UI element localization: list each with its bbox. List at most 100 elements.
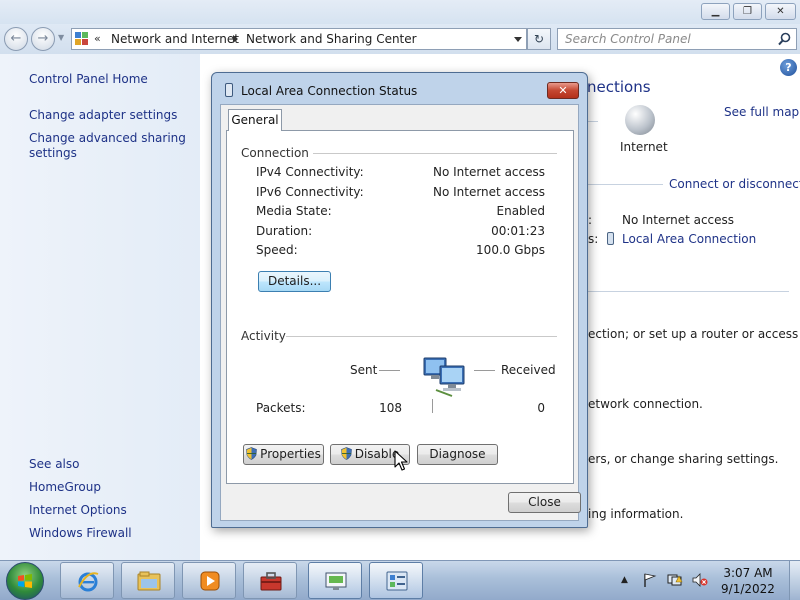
taskbar: ▲ 3:07 AM 9/1/2022 xyxy=(0,560,800,600)
control-panel-home-link[interactable]: Control Panel Home xyxy=(29,72,148,86)
homegroup-sharing-description: ers, or change sharing settings. xyxy=(588,452,779,466)
show-desktop-button[interactable] xyxy=(789,561,800,600)
toolbox-icon xyxy=(260,572,282,591)
main-heading: nections xyxy=(587,78,651,96)
sent-label: Sent xyxy=(350,363,378,377)
change-adapter-settings-link[interactable]: Change adapter settings xyxy=(29,108,177,122)
ipv4-connectivity-value: No Internet access xyxy=(432,165,545,179)
uac-shield-icon xyxy=(340,447,352,460)
received-line xyxy=(474,370,495,371)
speed-label: Speed: xyxy=(256,243,298,257)
access-type-label: : xyxy=(588,213,593,227)
troubleshoot-description: ing information. xyxy=(588,507,684,521)
internet-explorer-icon xyxy=(78,572,99,592)
windows-firewall-link[interactable]: Windows Firewall xyxy=(29,526,132,540)
media-player-icon xyxy=(200,571,220,591)
breadcrumb-overflow[interactable]: « xyxy=(94,32,101,45)
map-connector-line xyxy=(588,121,598,122)
taskbar-windows-explorer[interactable] xyxy=(121,562,175,599)
action-center-flag-icon[interactable] xyxy=(643,573,657,587)
taskbar-media-player[interactable] xyxy=(182,562,236,599)
packets-sent-value: 108 xyxy=(379,401,402,415)
see-full-map-link[interactable]: See full map xyxy=(724,105,799,119)
homegroup-link[interactable]: HomeGroup xyxy=(29,480,101,494)
duration-value: 00:01:23 xyxy=(491,224,545,238)
folder-icon xyxy=(137,571,161,591)
breadcrumb-separator-icon[interactable] xyxy=(233,35,238,43)
ethernet-icon xyxy=(607,232,614,245)
packets-label: Packets: xyxy=(256,401,306,415)
media-state-label: Media State: xyxy=(256,204,332,218)
connections-label: s: xyxy=(588,232,599,246)
close-window-button[interactable]: ✕ xyxy=(765,3,796,20)
mouse-cursor-icon xyxy=(394,450,408,471)
control-panel-icon xyxy=(75,32,90,46)
maximize-button[interactable]: ❐ xyxy=(733,3,762,20)
network-tray-icon[interactable] xyxy=(667,573,683,587)
dialog-title: Local Area Connection Status xyxy=(241,84,418,98)
taskbar-control-panel[interactable] xyxy=(369,562,423,599)
ipv6-connectivity-value: No Internet access xyxy=(432,185,545,199)
details-button[interactable]: Details... xyxy=(258,271,331,292)
left-navigation-pane: Control Panel Home Change adapter settin… xyxy=(0,54,200,560)
search-icon[interactable] xyxy=(778,32,791,46)
taskbar-control-panel-tools[interactable] xyxy=(243,562,297,599)
ipv4-connectivity-label: IPv4 Connectivity: xyxy=(256,165,364,179)
change-advanced-sharing-link-line2[interactable]: settings xyxy=(29,146,77,160)
network-connections-icon xyxy=(325,572,347,590)
show-hidden-icons-button[interactable]: ▲ xyxy=(621,575,628,589)
see-also-heading: See also xyxy=(29,457,80,471)
address-dropdown-icon[interactable] xyxy=(514,37,522,42)
sent-line xyxy=(379,370,400,371)
address-bar[interactable]: « Network and Internet Network and Shari… xyxy=(71,28,527,50)
taskbar-internet-explorer[interactable] xyxy=(60,562,114,599)
properties-button[interactable]: Properties xyxy=(243,444,324,465)
section-divider xyxy=(588,291,789,292)
clock-date: 9/1/2022 xyxy=(721,582,775,596)
group-divider xyxy=(313,153,557,154)
media-state-value: Enabled xyxy=(496,204,546,218)
duration-label: Duration: xyxy=(256,224,313,238)
properties-button-label: Properties xyxy=(260,447,321,461)
speed-value: 100.0 Gbps xyxy=(476,243,545,257)
breadcrumb-network-and-internet[interactable]: Network and Internet xyxy=(111,32,239,46)
general-tab-pane: Connection IPv4 Connectivity: No Interne… xyxy=(226,130,574,484)
taskbar-network-connections[interactable] xyxy=(308,562,362,599)
control-panel-icon xyxy=(386,571,408,591)
group-divider xyxy=(286,336,557,337)
window-titlebar: ▁ ❐ ✕ xyxy=(0,0,800,24)
internet-globe-icon xyxy=(625,105,655,135)
windows-logo-icon xyxy=(18,574,32,588)
search-input[interactable] xyxy=(558,29,768,49)
change-advanced-sharing-link[interactable]: Change advanced sharing xyxy=(29,131,186,145)
back-button[interactable]: ← xyxy=(4,27,28,51)
minimize-button[interactable]: ▁ xyxy=(701,3,730,20)
tab-general[interactable]: General xyxy=(228,109,282,131)
refresh-button[interactable]: ↻ xyxy=(527,28,551,50)
local-area-connection-link[interactable]: Local Area Connection xyxy=(622,232,756,246)
uac-shield-icon xyxy=(246,447,257,460)
start-button[interactable] xyxy=(6,562,44,600)
navigation-bar: ← → ▼ « Network and Internet Network and… xyxy=(0,24,800,54)
access-type-value: No Internet access xyxy=(622,213,735,227)
internet-label: Internet xyxy=(620,140,668,154)
dialog-close-button[interactable]: ✕ xyxy=(547,82,579,99)
internet-options-link[interactable]: Internet Options xyxy=(29,503,127,517)
help-icon[interactable]: ? xyxy=(780,59,797,76)
taskbar-clock[interactable]: 3:07 AM 9/1/2022 xyxy=(712,565,784,597)
recent-pages-dropdown[interactable]: ▼ xyxy=(58,33,64,42)
section-divider xyxy=(588,184,663,185)
breadcrumb-network-and-sharing-center[interactable]: Network and Sharing Center xyxy=(246,32,417,46)
forward-button[interactable]: → xyxy=(31,27,55,51)
connect-or-disconnect-link[interactable]: Connect or disconnect xyxy=(669,177,800,191)
diagnose-button[interactable]: Diagnose xyxy=(417,444,498,465)
connection-group-label: Connection xyxy=(241,146,309,160)
activity-divider xyxy=(432,399,433,413)
disable-button-label: Disable xyxy=(354,447,400,461)
close-button[interactable]: Close xyxy=(508,492,581,513)
search-box[interactable] xyxy=(557,28,797,50)
ipv6-connectivity-label: IPv6 Connectivity: xyxy=(256,185,364,199)
volume-muted-icon[interactable] xyxy=(692,573,708,587)
network-computers-icon xyxy=(423,357,465,397)
clock-time: 3:07 AM xyxy=(723,566,773,580)
